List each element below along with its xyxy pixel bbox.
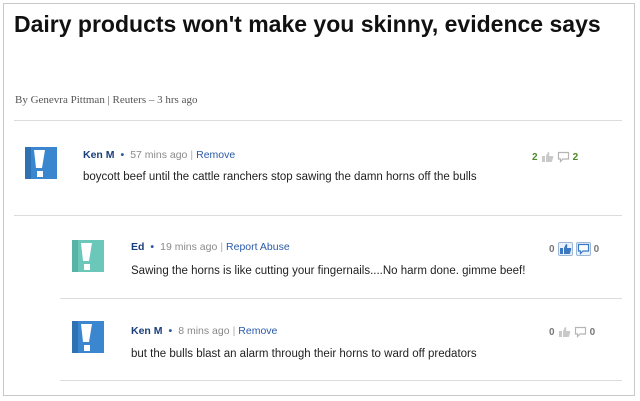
divider (60, 298, 622, 299)
comment-text: but the bulls blast an alarm through the… (131, 348, 477, 360)
comment-user[interactable]: Ken M (131, 325, 163, 337)
article-byline: By Genevra Pittman | Reuters – 3 hrs ago (15, 94, 198, 106)
up-count: 0 (549, 243, 555, 255)
up-count: 0 (549, 326, 555, 338)
separator-dot: • (150, 241, 155, 253)
thumbs-up-icon[interactable] (541, 151, 554, 163)
comment-user[interactable]: Ed (131, 241, 144, 253)
speech-bubble-icon[interactable] (557, 151, 570, 163)
down-count: 0 (593, 243, 600, 255)
down-count: 2 (572, 151, 579, 163)
vote-controls: 2 2 (532, 151, 578, 163)
up-count: 2 (532, 151, 538, 163)
speech-bubble-icon[interactable] (575, 242, 591, 256)
comment-time: 8 mins ago (178, 325, 230, 337)
comment-meta: Ken M • 57 mins ago | Remove (83, 149, 235, 161)
avatar[interactable] (72, 321, 104, 353)
down-count: 0 (589, 326, 596, 338)
separator-bar: | (190, 149, 194, 161)
comment-text: Sawing the horns is like cutting your fi… (131, 265, 526, 277)
avatar[interactable] (72, 240, 104, 272)
avatar[interactable] (25, 147, 57, 179)
comment-meta: Ed • 19 mins ago | Report Abuse (131, 241, 290, 253)
divider (60, 380, 622, 381)
remove-link[interactable]: Remove (196, 149, 235, 161)
separator-bar: | (220, 241, 224, 253)
thumbs-up-icon[interactable] (557, 242, 573, 256)
separator-bar: | (232, 325, 236, 337)
separator-dot: • (120, 149, 125, 161)
article-headline: Dairy products won't make you skinny, ev… (14, 11, 601, 37)
comment-meta: Ken M • 8 mins ago | Remove (131, 325, 277, 337)
divider (14, 120, 622, 121)
report-abuse-link[interactable]: Report Abuse (226, 241, 290, 253)
thumbs-up-icon[interactable] (558, 326, 571, 338)
vote-controls: 0 0 (549, 326, 595, 338)
separator-dot: • (168, 325, 173, 337)
speech-bubble-icon[interactable] (574, 326, 587, 338)
vote-controls: 0 0 (549, 242, 599, 256)
comment-user[interactable]: Ken M (83, 149, 115, 161)
remove-link[interactable]: Remove (238, 325, 277, 337)
comment-text: boycott beef until the cattle ranchers s… (83, 171, 477, 183)
comment-time: 57 mins ago (130, 149, 188, 161)
divider (14, 215, 622, 216)
comment-time: 19 mins ago (160, 241, 218, 253)
